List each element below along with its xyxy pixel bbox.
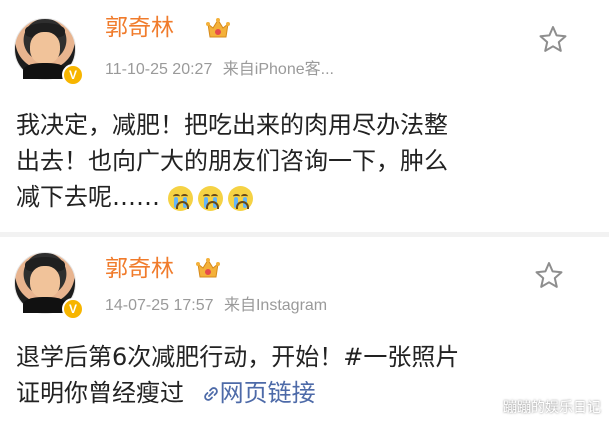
web-link-label[interactable]: 网页链接 xyxy=(220,379,316,407)
post-text-line: 出去！也向广大的朋友们咨询一下，肿么 xyxy=(16,147,448,175)
link-icon xyxy=(203,387,218,401)
avatar-body xyxy=(23,297,67,313)
post-source: 来自iPhone客... xyxy=(222,61,334,78)
avatar-face xyxy=(30,32,60,64)
post-text-line: 我决定，减肥！把吃出来的肉用尽办法整 xyxy=(16,111,448,139)
verified-badge-icon: V xyxy=(62,64,84,86)
post-text-line: 退学后第6次减肥行动，开始！#一张照片 xyxy=(16,343,460,371)
avatar-face xyxy=(30,266,60,298)
vip-crown-icon xyxy=(206,18,230,38)
post-text: 退学后第6次减肥行动，开始！#一张照片 证明你曾经瘦过 网页链接 xyxy=(16,339,459,411)
crying-emoji-icon xyxy=(167,186,193,211)
post-text-line: 减下去呢…… xyxy=(16,183,160,211)
avatar-body xyxy=(23,63,67,79)
web-link[interactable]: 网页链接 xyxy=(202,379,316,407)
post-text: 我决定，减肥！把吃出来的肉用尽办法整 出去！也向广大的朋友们咨询一下，肿么 减下… xyxy=(16,107,448,215)
post-text-line-with-emojis: 减下去呢…… xyxy=(16,179,448,215)
post-meta: 11-10-25 20:27 来自iPhone客... xyxy=(105,60,334,80)
author-name[interactable]: 郭奇林 xyxy=(105,15,174,41)
verified-badge-icon: V xyxy=(62,298,84,320)
post-text-line: 证明你曾经瘦过 xyxy=(16,379,184,407)
post-timestamp: 14-07-25 17:57 xyxy=(105,297,214,314)
favorite-star-icon[interactable] xyxy=(533,260,565,292)
crying-emoji-icon xyxy=(197,186,223,211)
post-source: 来自Instagram xyxy=(223,297,328,314)
post-text-line-with-link: 证明你曾经瘦过 网页链接 xyxy=(16,375,459,411)
watermark-text: 蹦蹦的娱乐日记 xyxy=(503,400,601,416)
post-meta: 14-07-25 17:57 来自Instagram xyxy=(105,296,327,316)
weibo-post: V 郭奇林 14-07-25 17:57 来自Instagram 退学后第6次减… xyxy=(0,236,609,426)
post-timestamp: 11-10-25 20:27 xyxy=(105,61,213,78)
vip-crown-icon xyxy=(196,258,220,278)
weibo-post: V 郭奇林 11-10-25 20:27 来自iPhone客... 我决定，减肥… xyxy=(0,0,609,232)
favorite-star-icon[interactable] xyxy=(537,24,569,56)
crying-emoji-icon xyxy=(227,186,253,211)
author-name[interactable]: 郭奇林 xyxy=(105,256,174,282)
